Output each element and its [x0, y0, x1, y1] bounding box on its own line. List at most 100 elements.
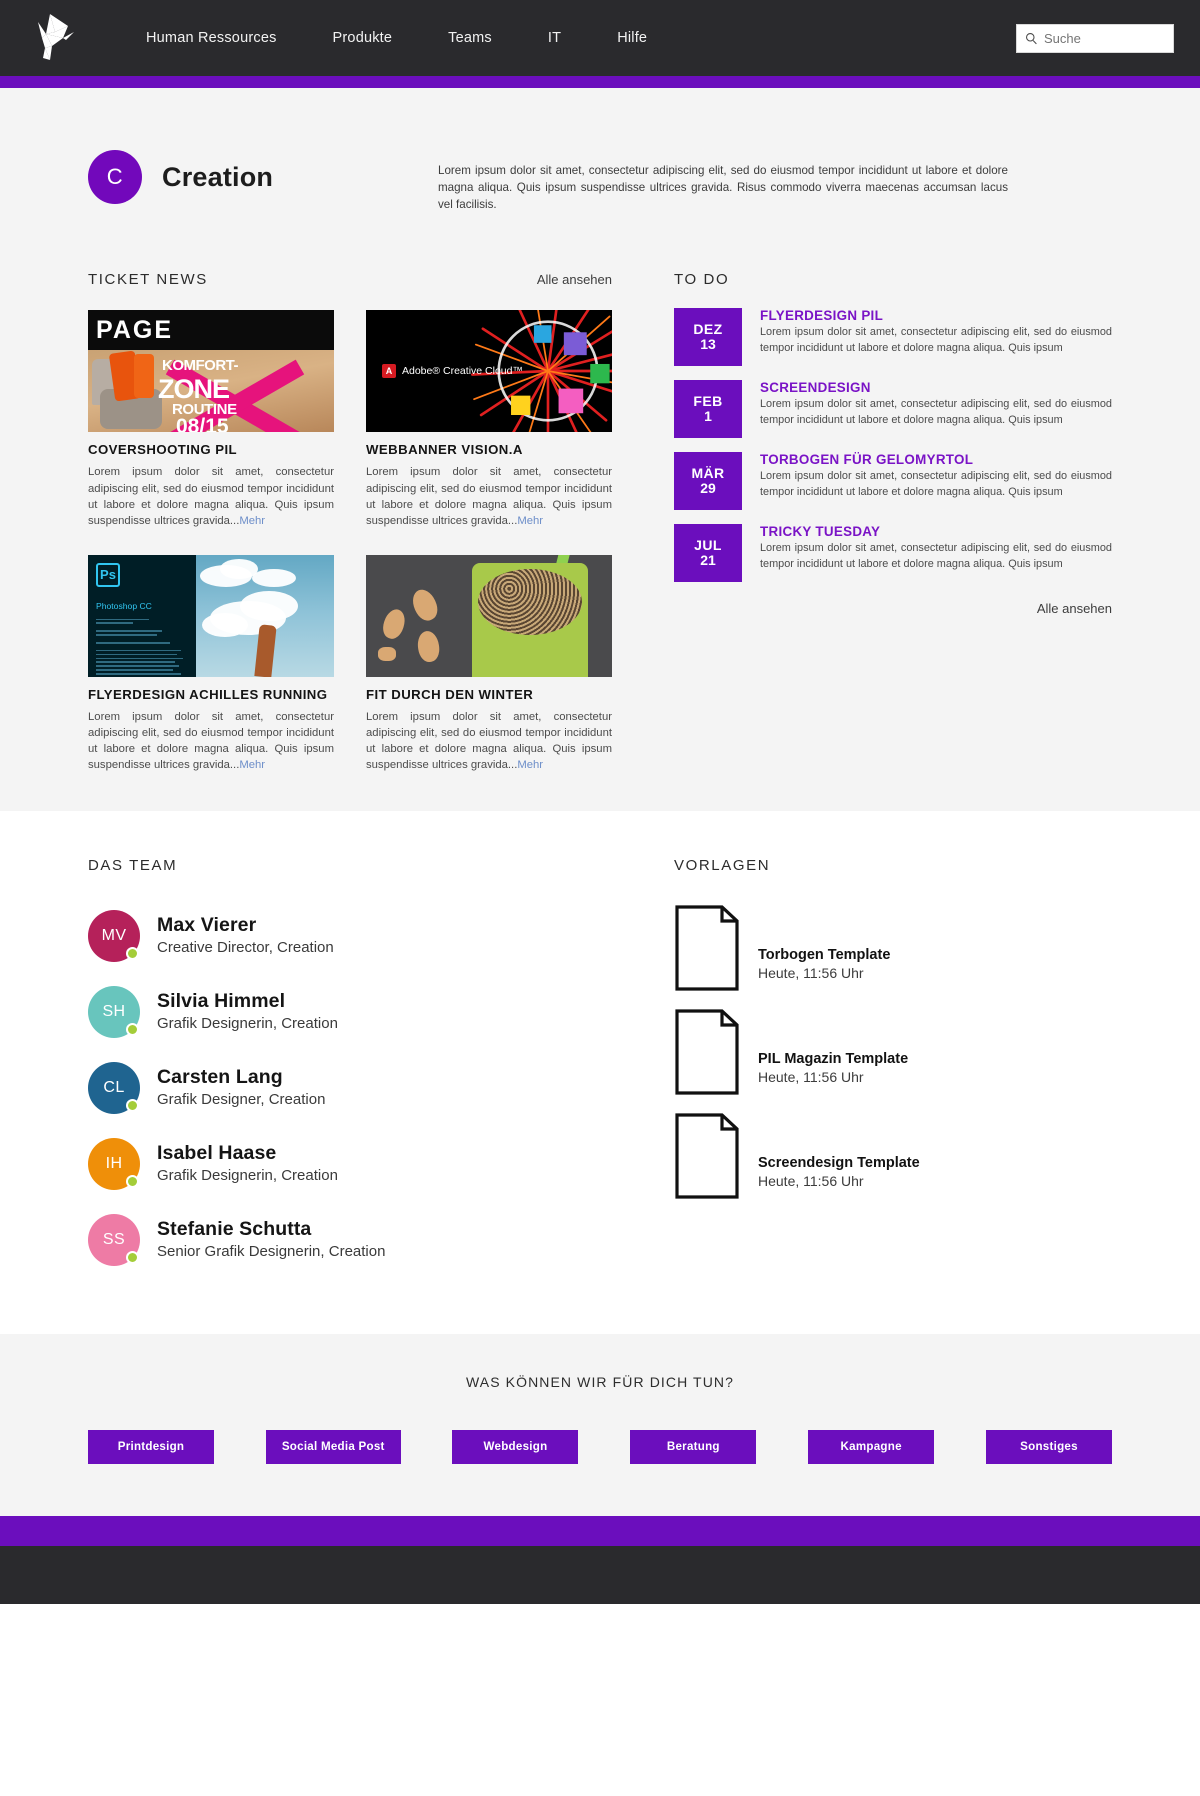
cta-title: WAS KÖNNEN WIR FÜR DICH TUN?	[465, 1373, 735, 1390]
search-box[interactable]	[1016, 23, 1174, 53]
page-title: Creation	[162, 161, 274, 192]
news-card-text: Lorem ipsum dolor sit amet, consectetur …	[88, 466, 334, 527]
news-card[interactable]: A Adobe® Creative Cloud™ WEBBANNER VISIO…	[366, 310, 612, 528]
todo-day: 1	[704, 408, 712, 425]
top-content-section: C Creation Lorem ipsum dolor sit amet, c…	[0, 88, 1200, 811]
news-see-all-link[interactable]: Alle ansehen	[537, 272, 612, 287]
template-row[interactable]: Torbogen Template Heute, 11:56 Uhr	[674, 904, 1112, 992]
cta-button-printdesign[interactable]: Printdesign	[88, 1429, 214, 1464]
templates-section: VORLAGEN Torbogen Template Heute, 11:56 …	[674, 857, 1112, 1290]
adobe-logo-icon: A	[382, 364, 396, 379]
nav-item-teams[interactable]: Teams	[420, 24, 520, 52]
todo-item-title[interactable]: FLYERDESIGN PIL	[760, 308, 1112, 323]
team-avatar-badge: C	[88, 150, 142, 204]
cta-button-webdesign[interactable]: Webdesign	[452, 1429, 579, 1464]
page-line1-text: KOMFORT-	[162, 356, 239, 374]
origami-bird-logo[interactable]	[22, 8, 84, 68]
avatar: CL	[88, 1061, 140, 1114]
news-card-more-link[interactable]: Mehr	[239, 515, 265, 527]
header-accent-bar	[0, 76, 1200, 88]
avatar: SH	[88, 985, 140, 1038]
nav-item-human-ressources[interactable]: Human Ressources	[118, 24, 305, 52]
todo-month: DEZ	[693, 320, 723, 337]
todo-item[interactable]: MÄR 29 TORBOGEN FÜR GELOMYRTOL Lorem ips…	[674, 452, 1112, 511]
team-member-row[interactable]: SS Stefanie Schutta Senior Grafik Design…	[88, 1213, 612, 1266]
todo-see-all-link[interactable]: Alle ansehen	[1037, 601, 1112, 616]
ticket-news-title: TICKET NEWS	[88, 271, 208, 289]
team-title: DAS TEAM	[88, 856, 178, 874]
team-member-row[interactable]: CL Carsten Lang Grafik Designer, Creatio…	[88, 1061, 612, 1114]
nav-item-produkte[interactable]: Produkte	[305, 24, 421, 52]
templates-title: VORLAGEN	[674, 856, 771, 874]
news-card[interactable]: PAGE KOMFORT- ZONE ROUTINE 08/15 COVERSH…	[88, 310, 334, 528]
document-icon	[675, 1009, 739, 1095]
nav-item-hilfe[interactable]: Hilfe	[589, 24, 675, 52]
todo-item[interactable]: JUL 21 TRICKY TUESDAY Lorem ipsum dolor …	[674, 524, 1112, 583]
todo-item-title[interactable]: SCREENDESIGN	[760, 380, 1112, 395]
team-member-name: Stefanie Schutta	[157, 1218, 312, 1241]
team-member-row[interactable]: IH Isabel Haase Grafik Designerin, Creat…	[88, 1137, 612, 1190]
todo-item[interactable]: FEB 1 SCREENDESIGN Lorem ipsum dolor sit…	[674, 380, 1112, 439]
cta-button-sonstiges[interactable]: Sonstiges	[985, 1429, 1112, 1464]
top-navigation-bar: Human Ressources Produkte Teams IT Hilfe	[0, 0, 1200, 76]
template-name: Torbogen Template	[758, 946, 891, 963]
search-input[interactable]	[1044, 30, 1165, 46]
team-member-role: Grafik Designer, Creation	[157, 1091, 326, 1109]
news-card-body: Lorem ipsum dolor sit amet, consectetur …	[88, 709, 334, 773]
nav-item-it[interactable]: IT	[520, 24, 589, 52]
page-brand-text: PAGE	[96, 316, 173, 345]
cta-button-row: Printdesign Social Media Post Webdesign …	[88, 1429, 1112, 1464]
photoshop-splash-cloud-image[interactable]: Ps Photoshop CC	[88, 554, 334, 677]
page-description: Lorem ipsum dolor sit amet, consectetur …	[438, 164, 1008, 212]
footer-bar	[0, 1545, 1200, 1604]
team-member-row[interactable]: MV Max Vierer Creative Director, Creatio…	[88, 909, 612, 962]
news-card-more-link[interactable]: Mehr	[517, 515, 543, 527]
todo-date-badge: MÄR 29	[674, 452, 742, 511]
online-status-dot	[126, 1022, 139, 1036]
avatar: MV	[88, 909, 140, 962]
online-status-dot	[126, 946, 139, 960]
template-row[interactable]: PIL Magazin Template Heute, 11:56 Uhr	[674, 1008, 1112, 1096]
template-timestamp: Heute, 11:56 Uhr	[758, 1068, 864, 1085]
news-card-body: Lorem ipsum dolor sit amet, consectetur …	[366, 709, 612, 773]
news-card-body: Lorem ipsum dolor sit amet, consectetur …	[88, 464, 334, 528]
todo-month: FEB	[693, 392, 723, 409]
cta-button-social-media-post[interactable]: Social Media Post	[265, 1429, 401, 1464]
adobe-creative-cloud-banner-image[interactable]: A Adobe® Creative Cloud™	[366, 310, 612, 433]
team-member-role: Grafik Designerin, Creation	[157, 1167, 338, 1185]
news-card-more-link[interactable]: Mehr	[517, 759, 543, 771]
template-timestamp: Heute, 11:56 Uhr	[758, 1172, 864, 1189]
news-card[interactable]: FIT DURCH DEN WINTER Lorem ipsum dolor s…	[366, 554, 612, 773]
main-nav: Human Ressources Produkte Teams IT Hilfe	[118, 24, 675, 52]
team-member-role: Grafik Designerin, Creation	[157, 1015, 338, 1033]
todo-item[interactable]: DEZ 13 FLYERDESIGN PIL Lorem ipsum dolor…	[674, 308, 1112, 367]
todo-date-badge: FEB 1	[674, 380, 742, 439]
page-header: C Creation Lorem ipsum dolor sit amet, c…	[88, 88, 1112, 271]
template-name: PIL Magazin Template	[758, 1050, 909, 1067]
news-card-text: Lorem ipsum dolor sit amet, consectetur …	[366, 710, 612, 771]
online-status-dot	[126, 1174, 139, 1188]
page-komfortzone-cover-image[interactable]: PAGE KOMFORT- ZONE ROUTINE 08/15	[88, 310, 334, 433]
todo-item-title[interactable]: TORBOGEN FÜR GELOMYRTOL	[760, 452, 1112, 467]
smoothie-almonds-photo-image[interactable]	[366, 554, 612, 677]
template-row[interactable]: Screendesign Template Heute, 11:56 Uhr	[674, 1112, 1112, 1200]
team-member-name: Isabel Haase	[157, 1142, 277, 1165]
team-member-row[interactable]: SH Silvia Himmel Grafik Designerin, Crea…	[88, 985, 612, 1038]
news-card-more-link[interactable]: Mehr	[239, 759, 265, 771]
news-card-title: COVERSHOOTING PIL	[88, 442, 238, 458]
news-card-body: Lorem ipsum dolor sit amet, consectetur …	[366, 464, 612, 528]
team-member-name: Carsten Lang	[157, 1066, 283, 1089]
todo-day: 13	[700, 336, 716, 353]
cta-button-beratung[interactable]: Beratung	[630, 1429, 757, 1464]
news-card[interactable]: Ps Photoshop CC FLYERDESIGN ACHILLES RUN…	[88, 554, 334, 773]
team-section: DAS TEAM MV Max Vierer Creative Director…	[88, 857, 612, 1290]
page-line4-text: 08/15	[176, 415, 229, 433]
todo-title: TO DO	[674, 271, 730, 289]
team-member-name: Silvia Himmel	[157, 990, 286, 1013]
cta-button-kampagne[interactable]: Kampagne	[808, 1429, 935, 1464]
avatar: SS	[88, 1213, 140, 1266]
todo-item-body: Lorem ipsum dolor sit amet, consectetur …	[760, 398, 1112, 426]
todo-item-title[interactable]: TRICKY TUESDAY	[760, 524, 1112, 539]
search-icon	[1026, 32, 1037, 44]
template-name: Screendesign Template	[758, 1154, 920, 1171]
